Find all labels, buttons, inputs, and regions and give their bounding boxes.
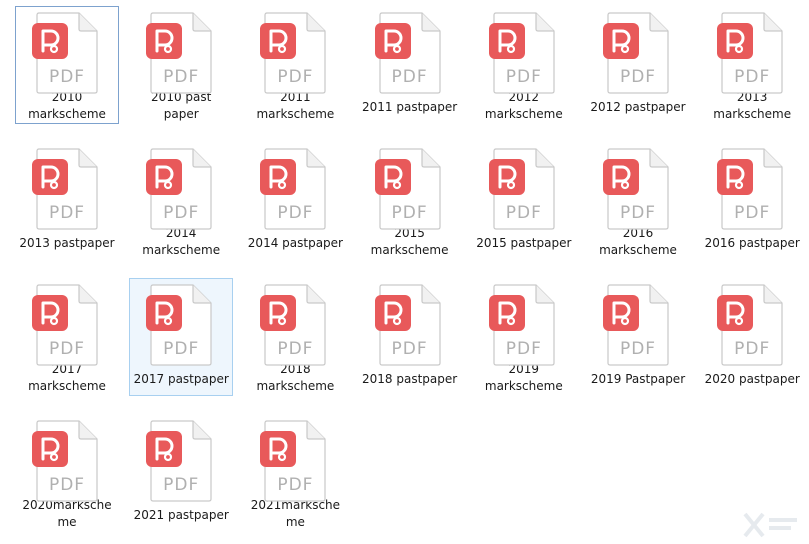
file-type-label: PDF xyxy=(734,67,771,87)
file-item[interactable]: PDF 2015 pastpaper xyxy=(472,142,576,260)
file-item[interactable]: PDF 2012 pastpaper xyxy=(586,6,690,124)
file-type-label: PDF xyxy=(163,339,200,359)
pdf-file-icon: PDF xyxy=(488,147,560,231)
file-name-label: 2015 pastpaper xyxy=(476,236,572,250)
file-name-label: 2019 Pastpaper xyxy=(590,372,686,386)
file-type-label: PDF xyxy=(505,339,542,359)
file-type-label: PDF xyxy=(619,203,657,223)
file-name-label: 2011 pastpaper xyxy=(362,100,458,114)
file-item[interactable]: PDF 2018 pastpaper xyxy=(358,278,462,396)
file-type-label: PDF xyxy=(48,475,86,495)
file-type-label: PDF xyxy=(277,339,314,359)
file-item[interactable]: PDF 2020marksche me xyxy=(15,414,119,532)
file-item[interactable]: PDF 2017 markscheme xyxy=(15,278,119,396)
file-item[interactable]: PDF 2015 markscheme xyxy=(358,142,462,260)
file-type-label: PDF xyxy=(619,67,657,87)
pdf-file-icon: PDF xyxy=(31,283,103,366)
pdf-file-icon: PDF xyxy=(488,11,560,94)
file-item[interactable]: PDF 2010 past paper xyxy=(129,6,233,124)
pdf-file-icon: PDF xyxy=(259,147,331,231)
file-type-label: PDF xyxy=(391,339,428,359)
file-type-label: PDF xyxy=(48,203,86,223)
file-name-label: 2017 pastpaper xyxy=(133,372,229,386)
file-name-label: 2016 pastpaper xyxy=(704,236,800,250)
file-item[interactable]: PDF 2016 pastpaper xyxy=(700,142,804,260)
watermark-icon xyxy=(743,512,797,538)
pdf-file-icon: PDF xyxy=(602,11,674,95)
file-item[interactable]: PDF 2012 markscheme xyxy=(472,6,576,124)
file-type-label: PDF xyxy=(163,475,200,495)
pdf-file-icon: PDF xyxy=(145,11,217,94)
pdf-file-icon: PDF xyxy=(259,11,331,94)
file-type-label: PDF xyxy=(505,67,542,87)
file-name-label: 2014 pastpaper xyxy=(247,236,343,250)
file-name-label: 2013 pastpaper xyxy=(19,236,115,250)
pdf-file-icon: PDF xyxy=(374,11,446,95)
pdf-file-icon: PDF xyxy=(374,147,446,230)
pdf-file-icon: PDF xyxy=(259,419,331,502)
file-type-label: PDF xyxy=(48,339,86,359)
file-item[interactable]: PDF 2014 pastpaper xyxy=(243,142,347,260)
file-item[interactable]: PDF 2019 markscheme xyxy=(472,278,576,396)
file-type-label: PDF xyxy=(391,67,428,87)
file-type-label: PDF xyxy=(163,203,200,223)
file-type-label: PDF xyxy=(48,67,86,87)
file-name-label: 2021 pastpaper xyxy=(133,508,229,522)
pdf-file-icon: PDF xyxy=(602,147,674,230)
file-type-label: PDF xyxy=(163,67,200,87)
file-item[interactable]: PDF 2018 markscheme xyxy=(243,278,347,396)
file-name-label: 2012 pastpaper xyxy=(590,100,686,114)
pdf-file-icon: PDF xyxy=(716,11,788,94)
file-type-label: PDF xyxy=(277,475,314,495)
file-item[interactable]: PDF 2013 markscheme xyxy=(700,6,804,124)
pdf-file-icon: PDF xyxy=(31,11,103,94)
pdf-file-icon: PDF xyxy=(145,419,217,503)
file-type-label: PDF xyxy=(277,67,314,87)
file-type-label: PDF xyxy=(734,203,771,223)
file-item[interactable]: PDF 2021 pastpaper xyxy=(129,414,233,532)
file-item[interactable]: PDF 2010 markscheme xyxy=(15,6,119,124)
pdf-file-icon: PDF xyxy=(716,283,788,367)
file-type-label: PDF xyxy=(619,339,657,359)
file-name-label: 2018 pastpaper xyxy=(362,372,458,386)
file-item[interactable]: PDF 2011 markscheme xyxy=(243,6,347,124)
pdf-file-icon: PDF xyxy=(31,147,103,231)
file-item[interactable]: PDF 2011 pastpaper xyxy=(358,6,462,124)
pdf-file-icon: PDF xyxy=(145,147,217,230)
file-type-label: PDF xyxy=(391,203,428,223)
file-name-label: 2020 pastpaper xyxy=(704,372,800,386)
file-type-label: PDF xyxy=(734,339,771,359)
pdf-file-icon: PDF xyxy=(374,283,446,367)
file-item[interactable]: PDF 2021marksche me xyxy=(243,414,347,532)
pdf-file-icon: PDF xyxy=(488,283,560,366)
pdf-file-icon: PDF xyxy=(259,283,331,366)
file-item[interactable]: PDF 2013 pastpaper xyxy=(15,142,119,260)
file-type-label: PDF xyxy=(277,203,314,223)
file-item[interactable]: PDF 2016 markscheme xyxy=(586,142,690,260)
file-item[interactable]: PDF 2017 pastpaper xyxy=(129,278,234,396)
file-grid: PDF 2010 markscheme PDF 2010 past paper xyxy=(0,0,809,544)
file-item[interactable]: PDF 2019 Pastpaper xyxy=(586,278,690,396)
pdf-file-icon: PDF xyxy=(716,147,788,231)
pdf-file-icon: PDF xyxy=(145,283,217,367)
pdf-file-icon: PDF xyxy=(31,419,103,502)
file-type-label: PDF xyxy=(505,203,542,223)
file-item[interactable]: PDF 2020 pastpaper xyxy=(700,278,804,396)
file-item[interactable]: PDF 2014 markscheme xyxy=(129,142,233,260)
pdf-file-icon: PDF xyxy=(602,283,674,367)
